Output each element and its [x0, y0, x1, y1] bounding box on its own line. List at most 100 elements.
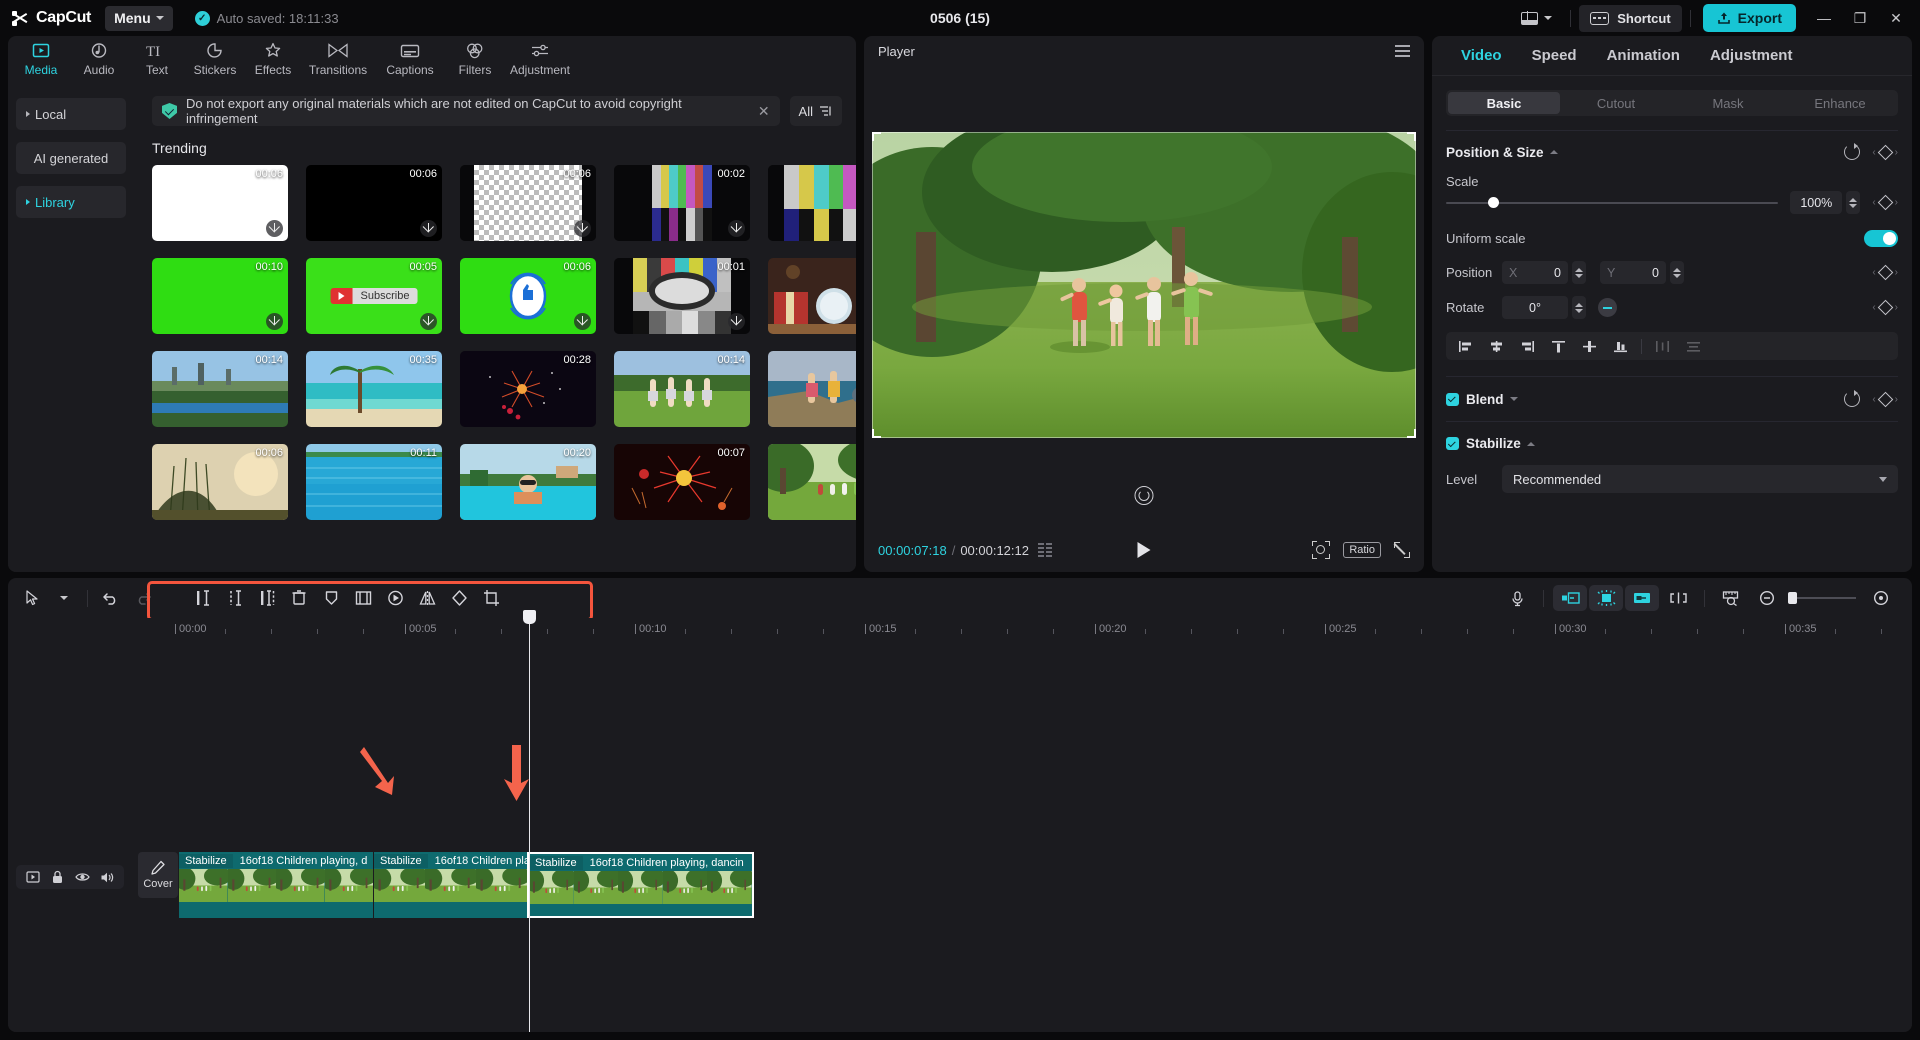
rotate-keyframe[interactable]: ‹› — [1872, 302, 1898, 313]
media-thumbnail[interactable]: Subscribe00:05 — [306, 258, 442, 334]
position-y-stepper[interactable] — [1670, 261, 1684, 284]
scale-keyframe[interactable]: ‹› — [1872, 197, 1898, 208]
shield-icon[interactable] — [315, 583, 347, 613]
sidebar-item-library[interactable]: Library — [16, 186, 126, 218]
rotate-icon[interactable] — [443, 583, 475, 613]
tab-filters[interactable]: Filters — [446, 36, 504, 77]
segment-cutout[interactable]: Cutout — [1560, 92, 1672, 114]
align-center-v-icon[interactable] — [1574, 332, 1605, 360]
maximize-button[interactable]: ❐ — [1842, 0, 1878, 36]
ratio-button[interactable]: Ratio — [1343, 542, 1381, 558]
download-icon[interactable] — [420, 220, 437, 237]
media-thumbnail[interactable]: 00:06 — [306, 165, 442, 241]
media-thumbnail[interactable]: 00:20 — [460, 444, 596, 520]
stabilize-checkbox[interactable] — [1446, 437, 1459, 450]
reset-icon[interactable] — [1844, 144, 1860, 160]
tab-text[interactable]: TI Text — [128, 36, 186, 77]
media-thumbnail[interactable]: 00:07 — [614, 444, 750, 520]
trim-left-icon[interactable] — [219, 583, 251, 613]
zoom-out-icon[interactable] — [1750, 585, 1784, 611]
tab-stickers[interactable]: Stickers — [186, 36, 244, 77]
media-thumbnail[interactable]: 00:11 — [306, 444, 442, 520]
tab-speed[interactable]: Speed — [1517, 47, 1592, 64]
keyframe-control[interactable]: ‹› — [1872, 147, 1898, 158]
zoom-fit-icon[interactable] — [1864, 585, 1898, 611]
timeline-ruler[interactable]: 00:0000:0500:1000:1500:2000:2500:3000:35 — [8, 618, 1912, 640]
timeline-zoom-slider[interactable] — [1792, 597, 1856, 599]
playhead-knob[interactable] — [523, 610, 536, 624]
split-left-icon[interactable] — [187, 583, 219, 613]
download-icon[interactable] — [728, 220, 745, 237]
media-thumbnail[interactable]: 00:13 — [768, 444, 856, 520]
fullscreen-icon[interactable] — [1394, 542, 1410, 558]
download-icon[interactable] — [420, 313, 437, 330]
slider-knob[interactable] — [1488, 197, 1499, 208]
speaker-icon[interactable] — [95, 865, 120, 889]
media-thumbnail[interactable]: 00:11 — [768, 258, 856, 334]
reverse-icon[interactable] — [379, 583, 411, 613]
zoom-preview-icon[interactable] — [1312, 541, 1330, 559]
chevron-down-icon[interactable] — [1510, 397, 1518, 401]
align-left-icon[interactable] — [1450, 332, 1481, 360]
frame-icon[interactable] — [20, 865, 45, 889]
uniform-scale-toggle[interactable] — [1864, 230, 1898, 247]
download-icon[interactable] — [266, 313, 283, 330]
select-tool-icon[interactable] — [16, 583, 48, 613]
media-thumbnail[interactable]: 00:06 — [152, 165, 288, 241]
trim-right-icon[interactable] — [251, 583, 283, 613]
crop-icon[interactable] — [475, 583, 507, 613]
sidebar-item-local[interactable]: Local — [16, 98, 126, 130]
download-icon[interactable] — [266, 220, 283, 237]
magnet-snap-icon[interactable] — [1589, 585, 1623, 611]
download-icon[interactable] — [574, 220, 591, 237]
position-x-stepper[interactable] — [1572, 261, 1586, 284]
segment-mask[interactable]: Mask — [1672, 92, 1784, 114]
resize-handle-tl[interactable] — [872, 132, 881, 141]
banner-close-icon[interactable]: ✕ — [758, 103, 770, 120]
timeline-clip[interactable]: Stabilize 16of18 Children playing, d — [179, 852, 373, 918]
rotate-dial[interactable] — [1598, 298, 1617, 317]
snap-start-icon[interactable] — [1553, 585, 1587, 611]
selection-frame[interactable] — [872, 132, 1416, 438]
tab-video[interactable]: Video — [1446, 47, 1517, 64]
mirror-icon[interactable] — [411, 583, 443, 613]
trash-icon[interactable] — [283, 583, 315, 613]
resize-handle-tr[interactable] — [1407, 132, 1416, 141]
tab-captions[interactable]: Captions — [374, 36, 446, 77]
tab-animation[interactable]: Animation — [1592, 47, 1695, 64]
tab-adjustment[interactable]: Adjustment — [1695, 47, 1808, 64]
cover-button[interactable]: Cover — [138, 852, 178, 898]
align-right-icon[interactable] — [1512, 332, 1543, 360]
link-icon[interactable] — [1661, 585, 1695, 611]
media-thumbnail[interactable]: 00:35 — [306, 351, 442, 427]
scale-stepper[interactable] — [1846, 191, 1860, 214]
zoom-slider-knob[interactable] — [1788, 592, 1797, 604]
media-thumbnail[interactable]: 00:28 — [460, 351, 596, 427]
segment-enhance[interactable]: Enhance — [1784, 92, 1896, 114]
redo-icon[interactable] — [127, 583, 159, 613]
media-thumbnail[interactable]: 00:01 — [768, 165, 856, 241]
media-thumbnail[interactable]: 00:02 — [614, 165, 750, 241]
freeze-icon[interactable] — [347, 583, 379, 613]
undo-icon[interactable] — [95, 583, 127, 613]
scale-slider[interactable] — [1446, 196, 1778, 210]
filter-button[interactable]: All — [790, 96, 842, 126]
menu-button[interactable]: Menu — [105, 6, 173, 31]
tab-media[interactable]: Media — [12, 36, 70, 77]
distribute-v-icon[interactable] — [1678, 332, 1709, 360]
download-icon[interactable] — [574, 313, 591, 330]
minimize-button[interactable]: — — [1806, 0, 1842, 36]
layout-button[interactable] — [1511, 4, 1562, 32]
timeline-clip[interactable]: Stabilize 16of18 Children pla — [374, 852, 527, 918]
download-icon[interactable] — [728, 313, 745, 330]
close-button[interactable]: ✕ — [1878, 0, 1914, 36]
rotate-stepper[interactable] — [1572, 296, 1586, 319]
tab-audio[interactable]: Audio — [70, 36, 128, 77]
rotate-field[interactable]: 0° — [1502, 296, 1568, 319]
sidebar-item-ai-generated[interactable]: AI generated — [16, 142, 126, 174]
player-menu-icon[interactable] — [1395, 45, 1410, 57]
tab-effects[interactable]: Effects — [244, 36, 302, 77]
timeline-clip-selected[interactable]: Stabilize 16of18 Children playing, danci… — [527, 852, 754, 918]
tab-transitions[interactable]: Transitions — [302, 36, 374, 77]
microphone-icon[interactable] — [1500, 585, 1534, 611]
